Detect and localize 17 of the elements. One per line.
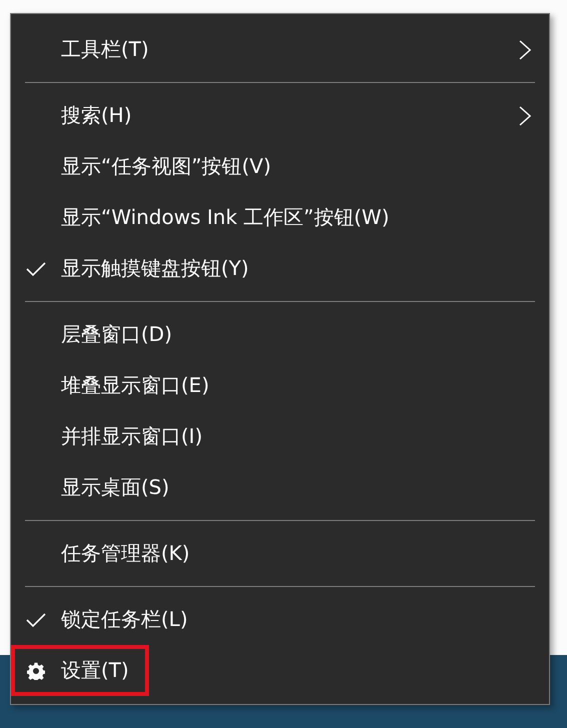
menu-item[interactable]: 任务管理器(K) xyxy=(11,528,549,579)
chevron-right-icon xyxy=(519,106,531,126)
menu-item[interactable]: 显示触摸键盘按钮(Y) xyxy=(11,243,549,294)
menu-item[interactable]: 设置(T) xyxy=(11,645,149,696)
menu-item[interactable]: 锁定任务栏(L) xyxy=(11,594,549,645)
menu-item[interactable]: 显示“Windows Ink 工作区”按钮(W) xyxy=(11,192,549,243)
menu-item[interactable]: 显示桌面(S) xyxy=(11,462,549,513)
menu-item[interactable]: 搜索(H) xyxy=(11,90,549,141)
chevron-right-icon xyxy=(519,40,531,60)
settings-icon xyxy=(27,662,45,680)
menu-item[interactable]: 并排显示窗口(I) xyxy=(11,411,549,462)
menu-item[interactable]: 层叠窗口(D) xyxy=(11,309,549,360)
menu-item[interactable]: 堆叠显示窗口(E) xyxy=(11,360,549,411)
checkmark-icon xyxy=(26,260,46,276)
checkmark-icon xyxy=(26,612,46,628)
menu-item[interactable]: 显示“任务视图”按钮(V) xyxy=(11,141,549,192)
menu-item[interactable]: 工具栏(T) xyxy=(11,24,549,75)
